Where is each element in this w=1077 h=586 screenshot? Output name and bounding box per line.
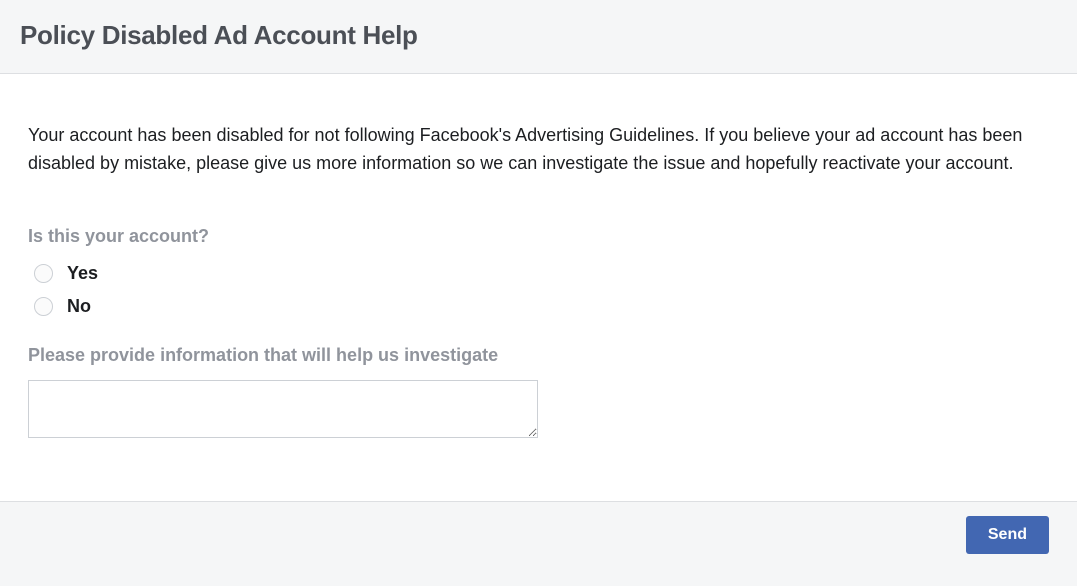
radio-option-no: No xyxy=(28,296,1049,317)
description-text: Your account has been disabled for not f… xyxy=(28,122,1049,178)
send-button[interactable]: Send xyxy=(966,516,1049,554)
radio-yes[interactable] xyxy=(34,264,53,283)
page-header: Policy Disabled Ad Account Help xyxy=(0,0,1077,74)
account-radio-group: Yes No xyxy=(28,263,1049,317)
form-content: Your account has been disabled for not f… xyxy=(0,74,1077,501)
page-title: Policy Disabled Ad Account Help xyxy=(20,20,1057,51)
radio-no-label[interactable]: No xyxy=(67,296,91,317)
info-textarea[interactable] xyxy=(28,380,538,438)
account-question-label: Is this your account? xyxy=(28,226,1049,247)
radio-no[interactable] xyxy=(34,297,53,316)
page-footer: Send xyxy=(0,501,1077,568)
info-textarea-label: Please provide information that will hel… xyxy=(28,345,1049,366)
radio-yes-label[interactable]: Yes xyxy=(67,263,98,284)
radio-option-yes: Yes xyxy=(28,263,1049,284)
